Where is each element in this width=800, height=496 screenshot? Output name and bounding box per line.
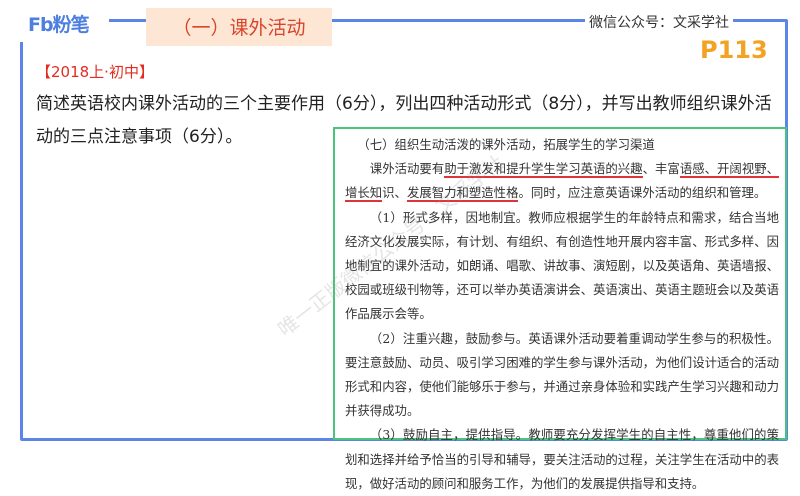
text: 、丰富 bbox=[642, 161, 680, 177]
section-title: （一）课外活动 bbox=[172, 17, 306, 39]
excerpt-point-3: （3）鼓励自主，提供指导。教师要充分发挥学生的自主性，尊重他们的策划和选择并给予… bbox=[345, 427, 779, 491]
textbook-excerpt: （七）组织生动活泼的课外活动，拓展学生的学习渠道 课外活动要有助于激发和提升学生… bbox=[333, 127, 787, 491]
question-tag: 【2018上·初中】 bbox=[36, 63, 154, 81]
text: 课外活动要有 bbox=[369, 161, 445, 177]
excerpt-heading: （七）组织生动活泼的课外活动，拓展学生的学习渠道 bbox=[357, 137, 655, 152]
page-number: P113 bbox=[700, 36, 768, 64]
text: 。同时，应注意英语课外活动的组织和管理。 bbox=[518, 185, 767, 201]
wechat-account: 微信公众号：文采学社 bbox=[585, 12, 733, 32]
fenbi-logo: Fb粉笔 bbox=[28, 14, 90, 36]
text: 识、 bbox=[382, 185, 407, 201]
excerpt-point-2: （2）注重兴趣，鼓励参与。英语课外活动要着重调动学生参与的积极性。要注意鼓励、动… bbox=[345, 330, 779, 419]
excerpt-intro: 课外活动要有助于激发和提升学生学习英语的兴趣、丰富语感、开阔视野、增长知识、发展… bbox=[345, 157, 780, 205]
